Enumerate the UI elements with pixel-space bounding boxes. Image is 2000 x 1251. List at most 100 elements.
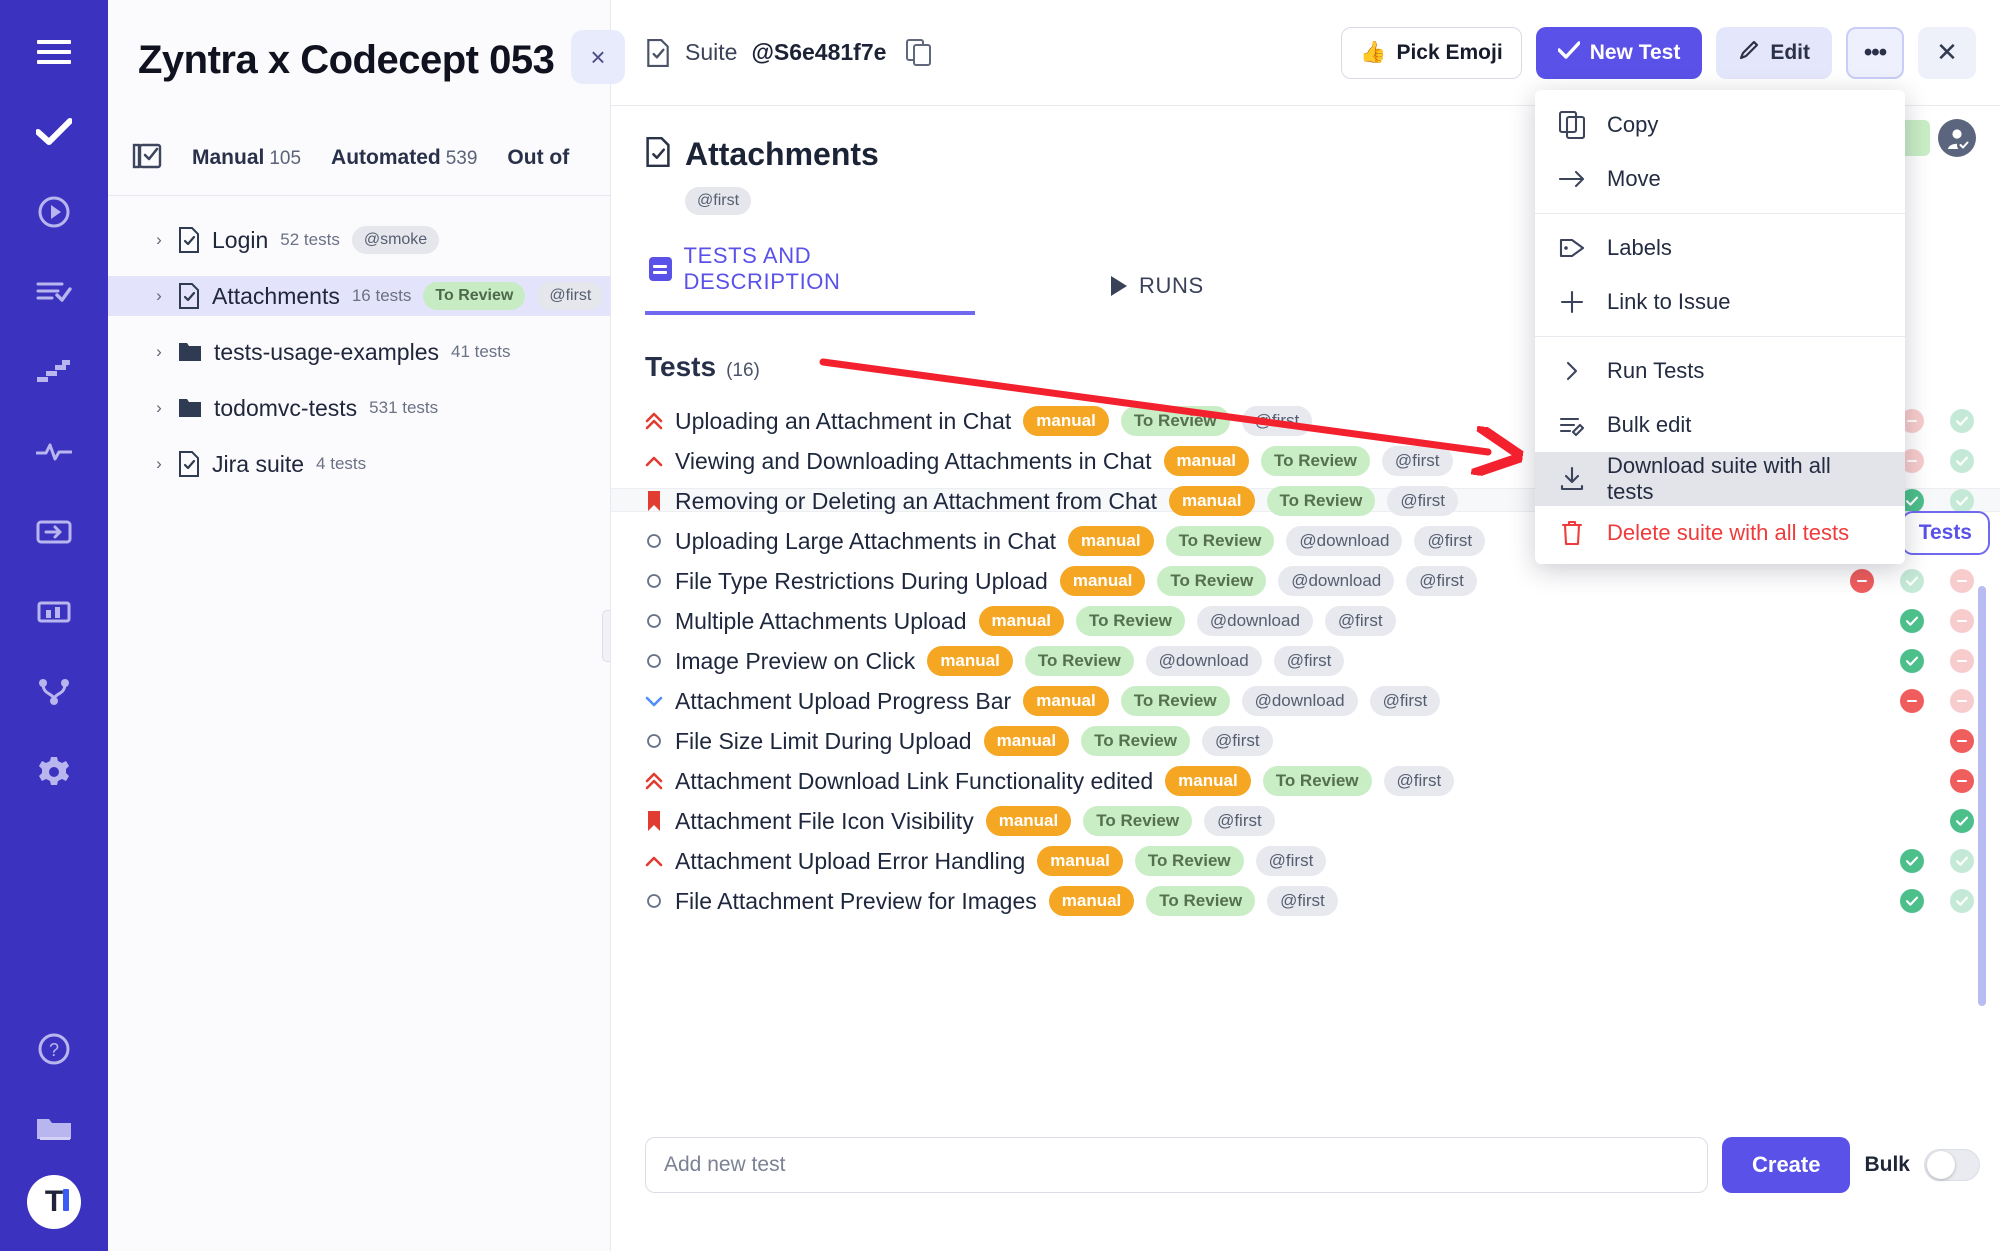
- chevron-right-icon[interactable]: ›: [152, 230, 166, 250]
- test-tag-manual[interactable]: manual: [1023, 406, 1109, 436]
- test-tag-review[interactable]: To Review: [1165, 526, 1275, 556]
- test-row[interactable]: Multiple Attachments Upload manual To Revi…: [611, 601, 2000, 641]
- test-row[interactable]: Attachment Upload Error Handling manual To…: [611, 841, 2000, 881]
- menu-item-labels[interactable]: Labels: [1535, 221, 1905, 275]
- play-circle-icon[interactable]: [26, 184, 82, 240]
- chevron-right-icon[interactable]: ›: [152, 398, 166, 418]
- test-tag-review[interactable]: To Review: [1081, 726, 1190, 756]
- test-row[interactable]: Attachment File Icon Visibility manual To …: [611, 801, 2000, 841]
- run-status-pass-faded-icon[interactable]: [1950, 849, 1974, 873]
- bulk-toggle[interactable]: [1924, 1149, 1980, 1181]
- chevron-right-icon[interactable]: ›: [152, 286, 166, 306]
- test-tag-review[interactable]: To Review: [1076, 606, 1185, 636]
- test-tag-manual[interactable]: manual: [1059, 566, 1146, 596]
- test-row[interactable]: File Size Limit During Upload manual To Re…: [611, 721, 2000, 761]
- help-circle-icon[interactable]: ?: [26, 1021, 82, 1077]
- close-panel-button[interactable]: ✕: [1918, 26, 1976, 79]
- test-row[interactable]: Attachment Upload Progress Bar manual To R…: [611, 681, 2000, 721]
- test-tag-at[interactable]: @first: [1369, 686, 1441, 716]
- suite-tag[interactable]: @first: [685, 187, 752, 215]
- import-icon[interactable]: [26, 504, 82, 560]
- run-status-fail-icon[interactable]: [1950, 769, 1974, 793]
- test-tag-at[interactable]: @first: [1381, 446, 1453, 476]
- tree-row[interactable]: › Login 52 tests @smoke: [108, 220, 610, 260]
- test-tag-at[interactable]: @first: [1201, 726, 1273, 756]
- copy-icon[interactable]: [906, 38, 932, 67]
- run-status-pass-icon[interactable]: [1900, 649, 1924, 673]
- test-tag-review[interactable]: To Review: [1120, 686, 1230, 716]
- gear-icon[interactable]: [26, 744, 82, 800]
- panel-close-button[interactable]: ×: [571, 30, 625, 84]
- tests-toggle-chip[interactable]: Tests: [1900, 511, 1990, 555]
- test-tag-at[interactable]: @download: [1286, 526, 1403, 556]
- run-status-fail-faded-icon[interactable]: [1950, 569, 1974, 593]
- chevron-right-icon[interactable]: ›: [152, 342, 166, 362]
- test-tag-at[interactable]: @first: [1383, 766, 1455, 796]
- menu-item-download-suite-with-all-tests[interactable]: Download suite with all tests: [1535, 452, 1905, 506]
- test-tag-review[interactable]: To Review: [1120, 406, 1230, 436]
- test-row[interactable]: File Type Restrictions During Upload manu…: [611, 561, 2000, 601]
- menu-item-run-tests[interactable]: Run Tests: [1535, 344, 1905, 398]
- test-tag-manual[interactable]: manual: [1068, 526, 1154, 556]
- run-status-pass-faded-icon[interactable]: [1950, 889, 1974, 913]
- share-nodes-icon[interactable]: [26, 664, 82, 720]
- run-status-pass-icon[interactable]: [1900, 889, 1924, 913]
- test-tag-manual[interactable]: manual: [978, 606, 1065, 636]
- pick-emoji-button[interactable]: 👍 Pick Emoji: [1341, 26, 1522, 79]
- test-tag-manual[interactable]: manual: [983, 726, 1070, 756]
- test-tag-at[interactable]: @first: [1267, 886, 1338, 916]
- test-tag-manual[interactable]: manual: [1037, 846, 1123, 876]
- check-icon[interactable]: [26, 104, 82, 160]
- test-tag-review[interactable]: To Review: [1261, 446, 1370, 476]
- tree-row[interactable]: › tests-usage-examples 41 tests: [108, 332, 610, 372]
- run-status-fail-icon[interactable]: [1850, 569, 1874, 593]
- chevron-right-icon[interactable]: ›: [152, 454, 166, 474]
- run-status-pass-icon[interactable]: [1900, 609, 1924, 633]
- tree-row[interactable]: › Jira suite 4 tests: [108, 444, 610, 484]
- panel-tab-automated[interactable]: Automated 539: [331, 146, 477, 170]
- test-tag-at[interactable]: @first: [1273, 646, 1345, 676]
- run-status-fail-icon[interactable]: [1950, 729, 1974, 753]
- steps-icon[interactable]: [26, 344, 82, 400]
- edit-button[interactable]: Edit: [1716, 26, 1832, 79]
- panel-resize-handle[interactable]: [602, 610, 610, 662]
- test-tag-at[interactable]: @first: [1414, 526, 1486, 556]
- panel-tab-manual[interactable]: Manual 105: [192, 146, 301, 170]
- menu-item-move[interactable]: Move: [1535, 152, 1905, 206]
- new-test-button[interactable]: New Test: [1535, 26, 1703, 79]
- menu-item-delete-suite-with-all-tests[interactable]: Delete suite with all tests: [1535, 506, 1905, 560]
- run-status-pass-icon[interactable]: [1900, 849, 1924, 873]
- create-button[interactable]: Create: [1722, 1137, 1851, 1193]
- test-tag-at[interactable]: @first: [1255, 846, 1327, 876]
- test-tag-review[interactable]: To Review: [1157, 566, 1267, 596]
- run-status-pass-faded-icon[interactable]: [1950, 449, 1974, 473]
- chart-bar-icon[interactable]: [26, 584, 82, 640]
- test-tag-review[interactable]: To Review: [1134, 846, 1244, 876]
- tab-runs[interactable]: RUNS: [1107, 273, 1222, 315]
- test-tag-at[interactable]: @download: [1278, 566, 1395, 596]
- app-logo[interactable]: T: [27, 1175, 81, 1229]
- test-tag-review[interactable]: To Review: [1146, 886, 1256, 916]
- run-status-pass-faded-icon[interactable]: [1900, 569, 1924, 593]
- test-tag-at[interactable]: @download: [1145, 646, 1262, 676]
- test-tag-review[interactable]: To Review: [1266, 486, 1376, 516]
- add-test-input[interactable]: [645, 1137, 1708, 1193]
- tab-tests-and-description[interactable]: TESTS AND DESCRIPTION: [645, 243, 975, 315]
- menu-item-link-to-issue[interactable]: Link to Issue: [1535, 275, 1905, 329]
- tree-item-tag[interactable]: @smoke: [351, 226, 440, 254]
- test-tag-at[interactable]: @first: [1406, 566, 1477, 596]
- run-status-fail-faded-icon[interactable]: [1950, 649, 1974, 673]
- folder-icon[interactable]: [26, 1101, 82, 1157]
- test-tag-review[interactable]: To Review: [1083, 806, 1193, 836]
- run-status-pass-faded-icon[interactable]: [1950, 489, 1974, 513]
- test-tag-manual[interactable]: manual: [1023, 686, 1109, 716]
- tree-row[interactable]: › Attachments 16 tests To Review @first: [108, 276, 610, 316]
- test-tag-at[interactable]: @download: [1241, 686, 1358, 716]
- tree-item-tag[interactable]: @first: [537, 282, 604, 310]
- more-options-button[interactable]: •••: [1846, 26, 1904, 79]
- run-status-fail-icon[interactable]: [1900, 689, 1924, 713]
- run-status-fail-faded-icon[interactable]: [1950, 689, 1974, 713]
- test-tag-manual[interactable]: manual: [1048, 886, 1135, 916]
- hamburger-menu-icon[interactable]: [26, 24, 82, 80]
- avatar[interactable]: [1938, 119, 1976, 157]
